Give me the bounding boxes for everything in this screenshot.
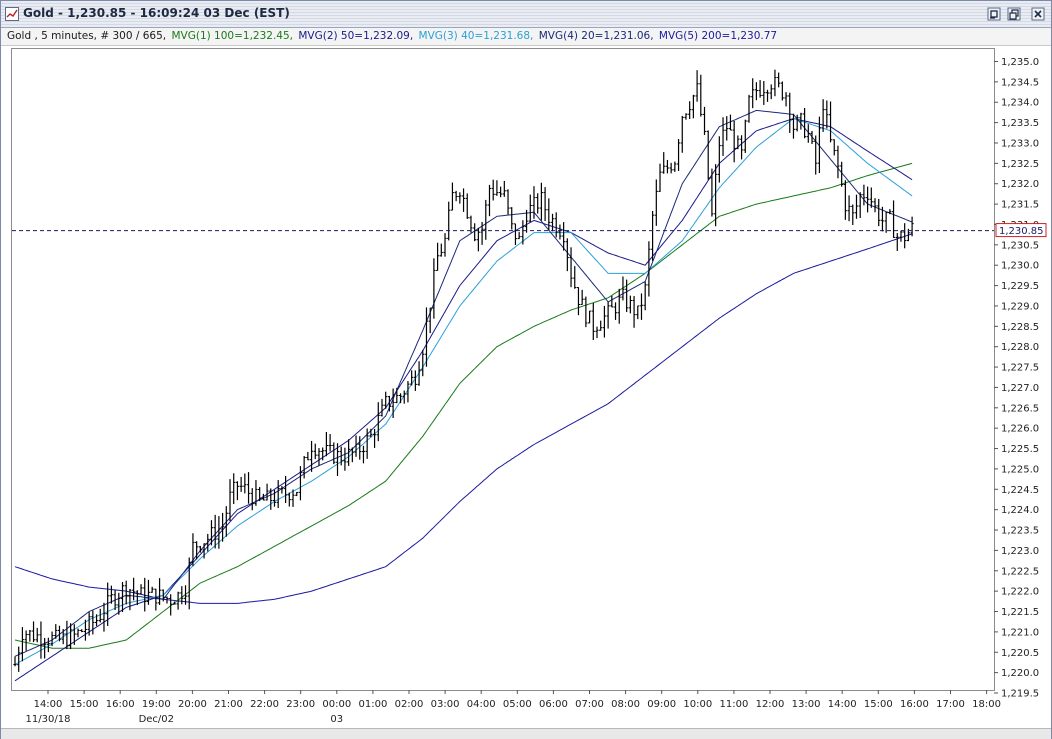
last-price-label: 1,230.85 bbox=[999, 226, 1044, 237]
price-tick-label: 1,219.5 bbox=[1001, 689, 1039, 700]
time-tick-label: 04:00 bbox=[467, 699, 496, 710]
time-tick-label: 14:00 bbox=[828, 699, 857, 710]
title-bar[interactable]: Gold - 1,230.85 - 16:09:24 03 Dec (EST) bbox=[1, 1, 1051, 28]
price-tick-label: 1,223.5 bbox=[1001, 526, 1039, 537]
time-tick-label: 20:00 bbox=[178, 699, 207, 710]
legend-ma4[interactable]: MVG(4) 20=1,231.06, bbox=[539, 30, 654, 42]
time-tick-label: 16:00 bbox=[106, 699, 135, 710]
time-tick-label: 10:00 bbox=[683, 699, 712, 710]
time-tick-label: 22:00 bbox=[250, 699, 279, 710]
legend-ma5[interactable]: MVG(5) 200=1,230.77 bbox=[659, 30, 777, 42]
price-tick-label: 1,225.0 bbox=[1001, 464, 1039, 475]
price-tick-label: 1,221.0 bbox=[1001, 627, 1039, 638]
price-tick-label: 1,230.0 bbox=[1001, 261, 1039, 272]
time-tick-label: 01:00 bbox=[358, 699, 387, 710]
price-tick-label: 1,220.0 bbox=[1001, 668, 1039, 679]
price-chart[interactable]: 1,219.5 1,220.0 1,220.5 1,221.0 1,221.5 1,222… bbox=[1, 46, 1051, 728]
price-tick-label: 1,226.0 bbox=[1001, 424, 1039, 435]
chart-app-icon bbox=[5, 7, 19, 21]
time-tick-label: 00:00 bbox=[322, 699, 351, 710]
time-tick-label: 13:00 bbox=[792, 699, 821, 710]
price-tick-label: 1,221.5 bbox=[1001, 607, 1039, 618]
restore-icon[interactable] bbox=[1007, 7, 1021, 21]
price-tick-label: 1,234.0 bbox=[1001, 98, 1039, 109]
price-tick-label: 1,220.5 bbox=[1001, 648, 1039, 659]
price-tick-label: 1,233.5 bbox=[1001, 118, 1039, 129]
time-tick-label: 17:00 bbox=[936, 699, 965, 710]
price-tick-label: 1,222.5 bbox=[1001, 566, 1039, 577]
chart-scrollbar[interactable] bbox=[1, 728, 1051, 739]
price-tick-label: 1,229.0 bbox=[1001, 301, 1039, 312]
time-tick-label: 14:00 bbox=[34, 699, 63, 710]
price-tick-label: 1,224.5 bbox=[1001, 485, 1039, 496]
price-tick-label: 1,222.0 bbox=[1001, 587, 1039, 598]
price-tick-label: 1,224.0 bbox=[1001, 505, 1039, 516]
close-icon[interactable] bbox=[1031, 7, 1045, 21]
time-tick-label: 03:00 bbox=[431, 699, 460, 710]
time-tick-label: 11:00 bbox=[719, 699, 748, 710]
window-title: Gold - 1,230.85 - 16:09:24 03 Dec (EST) bbox=[23, 6, 290, 20]
price-tick-label: 1,223.0 bbox=[1001, 546, 1039, 557]
price-tick-label: 1,235.0 bbox=[1001, 57, 1039, 68]
time-tick-label: 07:00 bbox=[575, 699, 604, 710]
price-tick-label: 1,228.5 bbox=[1001, 322, 1039, 333]
legend-ma1[interactable]: MVG(1) 100=1,232.45, bbox=[171, 30, 293, 42]
date-label: 11/30/18 bbox=[26, 714, 71, 725]
time-tick-label: 19:00 bbox=[142, 699, 171, 710]
minimize-icon[interactable] bbox=[987, 7, 1001, 21]
time-tick-label: 23:00 bbox=[286, 699, 315, 710]
time-tick-label: 06:00 bbox=[539, 699, 568, 710]
price-tick-label: 1,232.0 bbox=[1001, 179, 1039, 190]
time-tick-label: 12:00 bbox=[756, 699, 785, 710]
time-tick-label: 08:00 bbox=[611, 699, 640, 710]
indicator-legend: Gold , 5 minutes, # 300 / 665, MVG(1) 10… bbox=[1, 28, 1051, 46]
price-tick-label: 1,226.5 bbox=[1001, 403, 1039, 414]
time-tick-label: 18:00 bbox=[972, 699, 1001, 710]
price-tick-label: 1,227.0 bbox=[1001, 383, 1039, 394]
time-tick-label: 21:00 bbox=[214, 699, 243, 710]
time-tick-label: 15:00 bbox=[864, 699, 893, 710]
price-tick-label: 1,230.5 bbox=[1001, 240, 1039, 251]
legend-instrument: Gold , 5 minutes, # 300 / 665, bbox=[7, 30, 167, 42]
time-tick-label: 15:00 bbox=[70, 699, 99, 710]
price-tick-label: 1,229.5 bbox=[1001, 281, 1039, 292]
price-tick-label: 1,233.0 bbox=[1001, 138, 1039, 149]
time-tick-label: 09:00 bbox=[647, 699, 676, 710]
time-tick-label: 16:00 bbox=[900, 699, 929, 710]
price-tick-label: 1,232.5 bbox=[1001, 159, 1039, 170]
price-tick-label: 1,231.5 bbox=[1001, 200, 1039, 211]
legend-ma3[interactable]: MVG(3) 40=1,231.68, bbox=[419, 30, 534, 42]
price-tick-label: 1,227.5 bbox=[1001, 363, 1039, 374]
chart-window: Gold - 1,230.85 - 16:09:24 03 Dec (EST) … bbox=[0, 0, 1052, 739]
price-tick-label: 1,225.5 bbox=[1001, 444, 1039, 455]
price-tick-label: 1,228.0 bbox=[1001, 342, 1039, 353]
date-label: 03 bbox=[330, 714, 343, 725]
time-tick-label: 05:00 bbox=[503, 699, 532, 710]
time-tick-label: 02:00 bbox=[395, 699, 424, 710]
price-tick-label: 1,234.5 bbox=[1001, 77, 1039, 88]
date-label: Dec/02 bbox=[139, 714, 174, 725]
legend-ma2[interactable]: MVG(2) 50=1,232.09, bbox=[298, 30, 413, 42]
